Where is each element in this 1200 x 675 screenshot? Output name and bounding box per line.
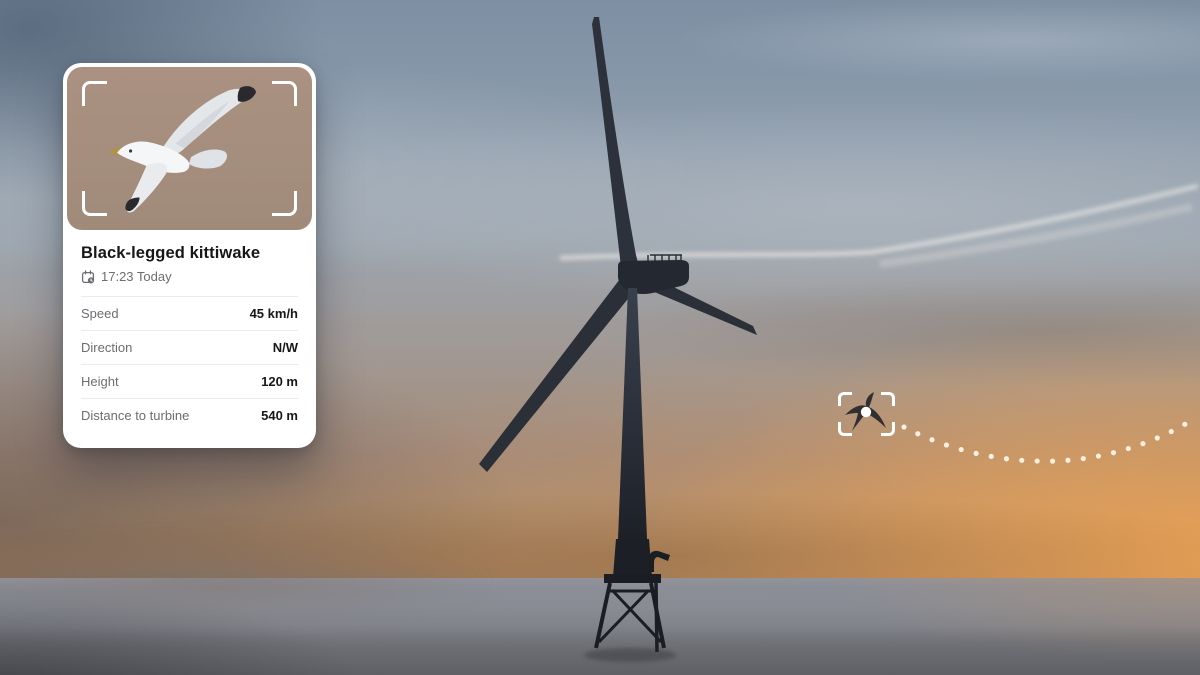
focus-frame-icon — [272, 81, 297, 106]
stat-value: 120 m — [261, 374, 298, 389]
detection-timestamp: 17:23 Today — [101, 269, 172, 284]
focus-frame-icon — [82, 81, 107, 106]
species-name: Black-legged kittiwake — [81, 244, 298, 263]
tracking-reticle-icon[interactable] — [838, 392, 895, 436]
stat-label: Distance to turbine — [81, 408, 189, 423]
reticle-corner-icon — [881, 392, 895, 406]
stat-value: 45 km/h — [250, 306, 298, 321]
stat-row-direction: Direction N/W — [81, 330, 298, 364]
stat-row-height: Height 120 m — [81, 364, 298, 398]
calendar-clock-icon — [81, 270, 95, 284]
stat-label: Direction — [81, 340, 132, 355]
stat-row-distance: Distance to turbine 540 m — [81, 398, 298, 432]
detection-time-row: 17:23 Today — [81, 269, 298, 284]
focus-frame-icon — [272, 191, 297, 216]
flight-path-dotted-trail — [904, 417, 1197, 461]
detected-bird-photo — [67, 67, 312, 230]
bird-monitoring-screen: Black-legged kittiwake 17:23 Today Speed… — [0, 0, 1200, 675]
focus-frame-icon — [82, 191, 107, 216]
reticle-corner-icon — [838, 422, 852, 436]
detection-card[interactable]: Black-legged kittiwake 17:23 Today Speed… — [63, 63, 316, 448]
stat-value: N/W — [273, 340, 298, 355]
stat-label: Speed — [81, 306, 119, 321]
contrail — [560, 186, 1198, 264]
stat-value: 540 m — [261, 408, 298, 423]
stat-label: Height — [81, 374, 119, 389]
stat-row-speed: Speed 45 km/h — [81, 296, 298, 330]
detection-stats: Speed 45 km/h Direction N/W Height 120 m… — [81, 296, 298, 432]
wind-turbine-silhouette — [479, 17, 757, 662]
reticle-corner-icon — [838, 392, 852, 406]
reticle-corner-icon — [881, 422, 895, 436]
